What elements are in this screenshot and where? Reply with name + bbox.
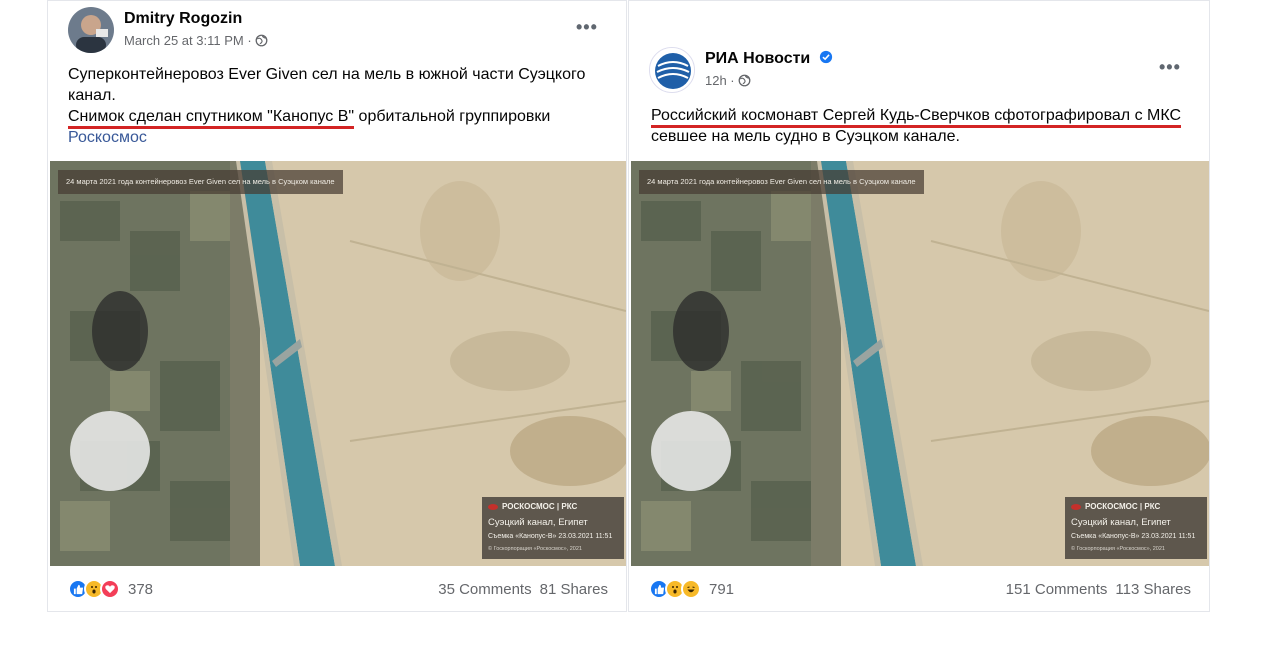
- post-stats: 151 Comments 113 Shares: [1006, 581, 1191, 598]
- satellite-photo[interactable]: 24 марта 2021 года контейнеровоз Ever Gi…: [50, 161, 626, 566]
- post-text-rest: орбитальной группировки: [354, 108, 551, 125]
- satellite-photo[interactable]: 24 марта 2021 года контейнеровоз Ever Gi…: [631, 161, 1209, 566]
- reaction-count[interactable]: 791: [709, 581, 734, 598]
- highlighted-text: Снимок сделан спутником "Канопус В": [68, 108, 355, 129]
- author-name[interactable]: РИА Новости: [705, 50, 833, 68]
- more-options-icon[interactable]: •••: [576, 17, 598, 38]
- post-dmitry-rogozin: Dmitry Rogozin March 25 at 3:11 PM · •••…: [47, 0, 627, 612]
- reactions[interactable]: 791: [649, 579, 734, 599]
- shares-count[interactable]: 81 Shares: [540, 581, 608, 598]
- post-text-line: Снимок сделан спутником "Канопус В" орби…: [68, 106, 612, 129]
- credit-brand: РОСКОСМОС | РКС: [1071, 502, 1201, 512]
- post-header: Dmitry Rogozin March 25 at 3:11 PM · •••: [48, 1, 626, 61]
- globe-icon: [738, 74, 751, 87]
- reaction-count[interactable]: 378: [128, 581, 153, 598]
- reactions[interactable]: 378: [68, 579, 153, 599]
- credit-date: Съемка «Канопус-В» 23.03.2021 11:51: [488, 533, 613, 540]
- image-credit: РОСКОСМОС | РКС Суэцкий канал, Египет Съ…: [1065, 497, 1207, 559]
- image-caption: 24 марта 2021 года контейнеровоз Ever Gi…: [58, 170, 343, 194]
- image-caption: 24 марта 2021 года контейнеровоз Ever Gi…: [639, 170, 924, 194]
- author-name[interactable]: Dmitry Rogozin: [124, 10, 242, 28]
- author-name-text[interactable]: РИА Новости: [705, 50, 810, 67]
- post-text-line: севшее на мель судно в Суэцком канале.: [651, 128, 960, 145]
- credit-place: Суэцкий канал, Египет: [488, 517, 588, 528]
- post-meta: March 25 at 3:11 PM ·: [124, 33, 268, 48]
- post-header: РИА Новости 12h · •••: [629, 41, 1209, 101]
- comments-count[interactable]: 151 Comments: [1006, 581, 1108, 598]
- globe-icon: [255, 34, 268, 47]
- credit-date: Съемка «Канопус-В» 23.03.2021 11:51: [1071, 533, 1196, 540]
- post-text: Российский космонавт Сергей Кудь-Сверчко…: [651, 105, 1195, 147]
- roscosmos-logo-icon: [488, 504, 498, 510]
- post-ria-novosti: РИА Новости 12h · ••• Российский космона…: [628, 0, 1210, 612]
- post-text: Суперконтейнеровоз Ever Given сел на мел…: [68, 64, 612, 148]
- credit-brand: РОСКОСМОС | РКС: [488, 502, 618, 512]
- shares-count[interactable]: 113 Shares: [1115, 581, 1191, 598]
- image-credit: РОСКОСМОС | РКС Суэцкий канал, Египет Съ…: [482, 497, 624, 559]
- credit-place: Суэцкий канал, Египет: [1071, 517, 1171, 528]
- credit-copyright: © Госкорпорация «Роскосмос», 2021: [488, 546, 582, 552]
- timestamp[interactable]: March 25 at 3:11 PM ·: [124, 33, 252, 48]
- ria-logo-avatar[interactable]: [649, 47, 695, 93]
- avatar[interactable]: [68, 7, 114, 53]
- post-text-line: Суперконтейнеровоз Ever Given сел на мел…: [68, 66, 586, 104]
- haha-icon: [681, 579, 701, 599]
- highlighted-text: Российский космонавт Сергей Кудь-Сверчко…: [651, 107, 1182, 128]
- love-icon: [100, 579, 120, 599]
- roscosmos-logo-icon: [1071, 504, 1081, 510]
- post-footer: 378 35 Comments 81 Shares: [48, 567, 626, 611]
- credit-brand-text: РОСКОСМОС | РКС: [1085, 502, 1161, 511]
- timestamp[interactable]: 12h ·: [705, 73, 735, 88]
- post-meta: 12h ·: [705, 73, 751, 88]
- credit-copyright: © Госкорпорация «Роскосмос», 2021: [1071, 546, 1165, 552]
- comments-count[interactable]: 35 Comments: [438, 581, 531, 598]
- verified-badge-icon: [819, 50, 832, 64]
- roscosmos-link[interactable]: Роскосмос: [68, 129, 147, 146]
- credit-brand-text: РОСКОСМОС | РКС: [502, 502, 578, 511]
- more-options-icon[interactable]: •••: [1159, 57, 1181, 78]
- post-footer: 791 151 Comments 113 Shares: [629, 567, 1209, 611]
- post-stats: 35 Comments 81 Shares: [438, 581, 608, 598]
